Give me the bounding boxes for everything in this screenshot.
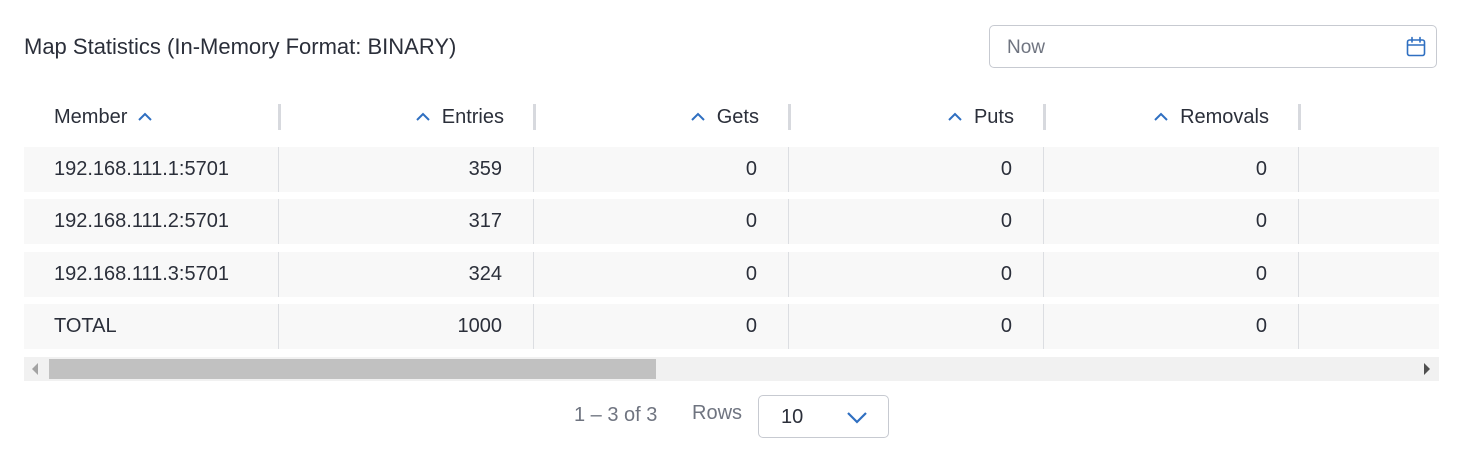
table-row-total: TOTAL 1000 0 0 0 [24, 304, 1439, 349]
cell-puts: 0 [1000, 263, 1012, 285]
cell-member: 192.168.111.2:5701 [54, 210, 229, 232]
scrollbar-thumb[interactable] [49, 359, 656, 379]
rows-per-page-select[interactable]: 10 [758, 395, 889, 438]
column-header-label: Gets [716, 105, 759, 128]
cell-divider [1298, 199, 1299, 244]
page-title: Map Statistics (In-Memory Format: BINARY… [24, 34, 457, 59]
table-row: 192.168.111.2:5701 317 0 0 0 [24, 199, 1439, 244]
cell-divider [1298, 252, 1299, 297]
column-header-label: Puts [973, 105, 1014, 128]
cell-entries: 317 [468, 210, 502, 232]
rows-per-page-label: Rows [692, 402, 743, 424]
cell-gets: 0 [745, 263, 757, 285]
cell-member: 192.168.111.3:5701 [54, 263, 229, 285]
cell-divider [1298, 304, 1299, 349]
date-picker-value: Now [1007, 37, 1046, 58]
column-header-removals[interactable]: Removals [1044, 96, 1299, 138]
cell-entries: 359 [468, 158, 502, 180]
date-picker[interactable]: Now [989, 25, 1437, 68]
cell-removals: 0 [1255, 158, 1267, 180]
column-header-label: Entries [441, 105, 504, 128]
table-row: 192.168.111.3:5701 324 0 0 0 [24, 252, 1439, 297]
cell-entries: 1000 [457, 315, 503, 337]
cell-entries: 324 [468, 263, 502, 285]
chevron-down-icon [847, 412, 867, 424]
column-header-member[interactable]: Member [24, 96, 279, 138]
cell-gets: 0 [745, 158, 757, 180]
statistics-table: Member Entries Gets Puts Removals 192.16… [24, 96, 1439, 350]
table-row: 192.168.111.1:5701 359 0 0 0 [24, 147, 1439, 192]
cell-member: TOTAL [54, 315, 117, 337]
cell-gets: 0 [745, 315, 757, 337]
calendar-icon[interactable] [1405, 36, 1427, 58]
cell-puts: 0 [1000, 158, 1012, 180]
column-resize-handle[interactable] [1298, 104, 1301, 130]
column-header-puts[interactable]: Puts [789, 96, 1044, 138]
sort-ascending-icon[interactable] [1151, 107, 1171, 127]
sort-ascending-icon[interactable] [413, 107, 433, 127]
rows-per-page-value: 10 [781, 406, 804, 428]
cell-puts: 0 [1000, 210, 1012, 232]
cell-divider [1298, 147, 1299, 192]
column-header-label: Member [54, 105, 128, 128]
cell-member: 192.168.111.1:5701 [54, 158, 229, 180]
column-header-entries[interactable]: Entries [279, 96, 534, 138]
sort-ascending-icon[interactable] [688, 107, 708, 127]
sort-ascending-icon[interactable] [135, 107, 155, 127]
cell-removals: 0 [1255, 263, 1267, 285]
cell-removals: 0 [1255, 210, 1267, 232]
column-header-label: Removals [1180, 105, 1269, 128]
cell-gets: 0 [745, 210, 757, 232]
pagination-range: 1 – 3 of 3 [574, 404, 658, 426]
scroll-right-arrow-icon[interactable] [1424, 363, 1430, 375]
column-header-gets[interactable]: Gets [534, 96, 789, 138]
horizontal-scrollbar[interactable] [24, 357, 1439, 381]
cell-puts: 0 [1000, 315, 1012, 337]
cell-removals: 0 [1255, 315, 1267, 337]
sort-ascending-icon[interactable] [945, 107, 965, 127]
scroll-left-arrow-icon[interactable] [32, 363, 38, 375]
table-header: Member Entries Gets Puts Removals [24, 96, 1439, 138]
